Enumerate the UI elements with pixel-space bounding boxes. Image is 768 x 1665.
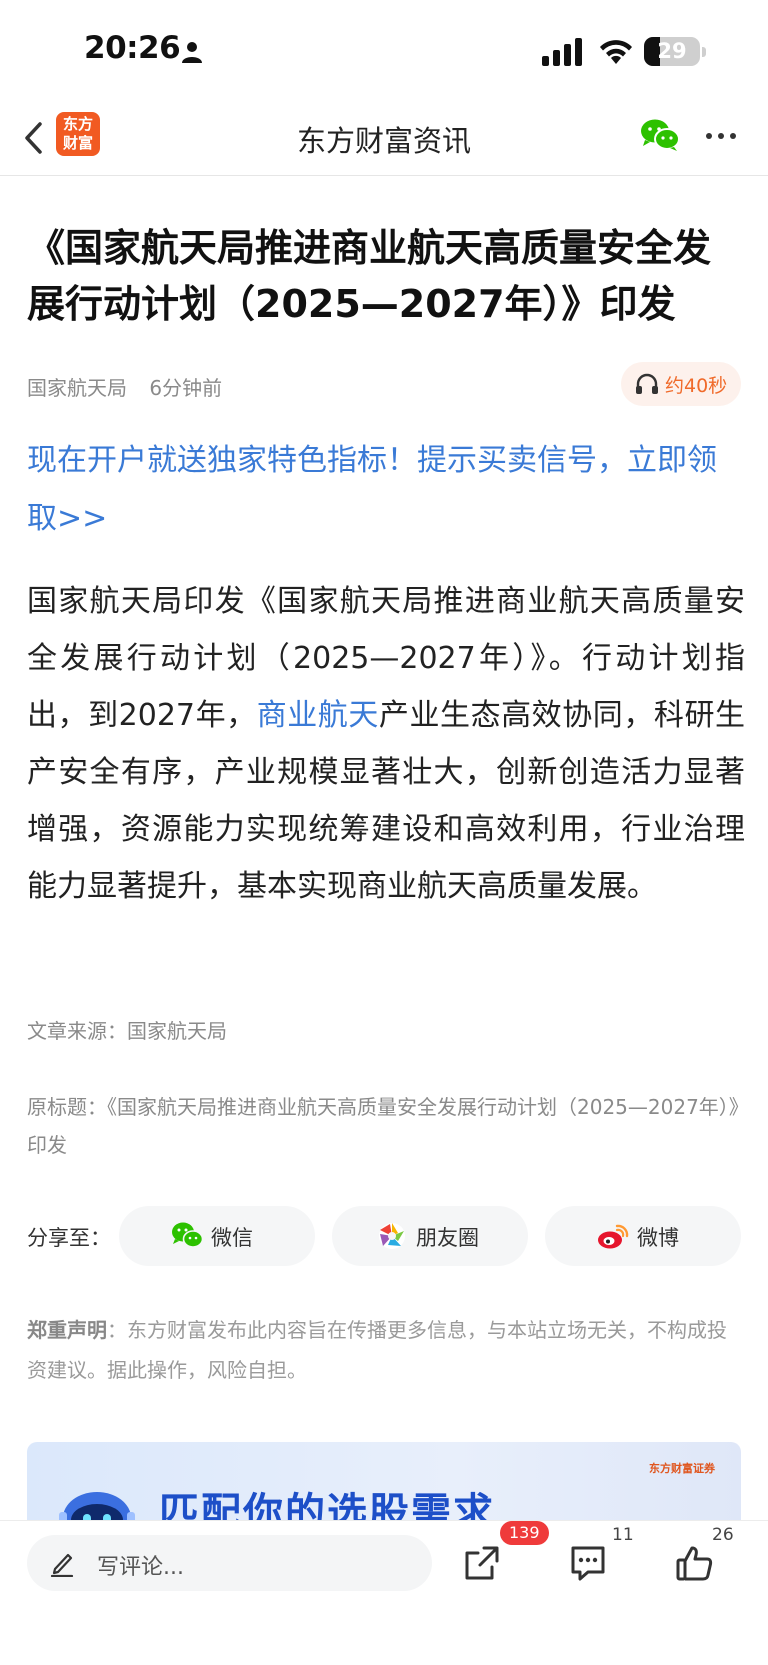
headphone-icon [636, 373, 658, 394]
article-author: 国家航天局 [27, 376, 127, 400]
comment-icon [571, 1546, 605, 1581]
banner-headline: 匹配你的选股需求 [159, 1490, 495, 1522]
article-meta: 国家航天局 6分钟前 [27, 372, 238, 401]
share-label: 分享至： [27, 1226, 111, 1250]
comments-button[interactable] [558, 1533, 618, 1593]
cellular-signal-icon [542, 38, 582, 66]
share-moments-label: 朋友圈 [416, 1226, 479, 1250]
topic-link-commercial-aerospace[interactable]: 商业航天 [257, 698, 379, 733]
share-wechat-label: 微信 [211, 1226, 253, 1250]
status-time: 20:26 [84, 30, 181, 66]
person-icon [182, 42, 202, 63]
bottom-action-bar: 写评论... 139 11 26 [0, 1520, 768, 1665]
app-logo[interactable]: 东方 财富 [56, 112, 100, 156]
share-count-badge: 139 [500, 1521, 549, 1545]
comment-placeholder: 写评论... [97, 1555, 184, 1580]
article-source: 文章来源：国家航天局 [27, 1019, 227, 1043]
disclaimer: 郑重声明：东方财富发布此内容旨在传播更多信息，与本站立场无关，不构成投资建议。据… [27, 1310, 727, 1390]
disclaimer-label: 郑重声明 [27, 1318, 107, 1342]
weibo-icon [598, 1224, 629, 1249]
share-weibo-label: 微博 [637, 1226, 679, 1250]
battery-indicator: 29 [644, 37, 706, 66]
promo-link[interactable]: 现在开户就送独家特色指标！提示买卖信号，立即领取>> [27, 432, 745, 548]
share-action-button[interactable] [452, 1533, 512, 1593]
logo-line2: 财富 [62, 134, 93, 152]
logo-line1: 东方 [62, 115, 93, 133]
moments-icon [379, 1223, 405, 1249]
share-weibo-button[interactable]: 微博 [545, 1206, 741, 1266]
robot-mascot-icon [59, 1492, 135, 1522]
wifi-icon [600, 40, 632, 64]
wechat-icon [172, 1222, 203, 1248]
wechat-share-icon[interactable] [640, 118, 680, 152]
more-options-icon[interactable] [704, 126, 738, 146]
broker-logo: 东方财富证券 [649, 1462, 715, 1475]
pencil-icon [50, 1553, 74, 1577]
battery-level: 29 [657, 39, 687, 63]
stock-picker-banner[interactable]: 匹配你的选股需求 东方财富证券 [27, 1442, 741, 1522]
back-icon[interactable] [22, 120, 46, 156]
comment-count: 11 [612, 1525, 634, 1545]
comment-input[interactable]: 写评论... [27, 1535, 432, 1591]
article-body: 国家航天局印发《国家航天局推进商业航天高质量安全发展行动计划（2025—2027… [27, 573, 745, 915]
nav-bar: 东方财富资讯 东方 财富 [0, 100, 768, 176]
status-bar: 20:26 29 [0, 0, 768, 100]
share-wechat-button[interactable]: 微信 [119, 1206, 315, 1266]
share-icon [465, 1546, 499, 1580]
like-count: 26 [712, 1525, 734, 1545]
listen-audio-button[interactable]: 约40秒 [621, 362, 741, 406]
article-title: 《国家航天局推进商业航天高质量安全发展行动计划（2025—2027年）》印发 [27, 226, 712, 326]
audio-duration: 约40秒 [665, 375, 728, 397]
share-moments-button[interactable]: 朋友圈 [332, 1206, 528, 1266]
thumbs-up-icon [676, 1546, 713, 1581]
article-time: 6分钟前 [149, 376, 223, 400]
original-title: 原标题：《国家航天局推进商业航天高质量安全发展行动计划（2025—2027年）》… [27, 1095, 739, 1157]
share-row: 分享至： 微信 朋友圈 微博 [27, 1206, 745, 1266]
disclaimer-text: ：东方财富发布此内容旨在传播更多信息，与本站立场无关，不构成投资建议。据此操作，… [27, 1318, 727, 1382]
